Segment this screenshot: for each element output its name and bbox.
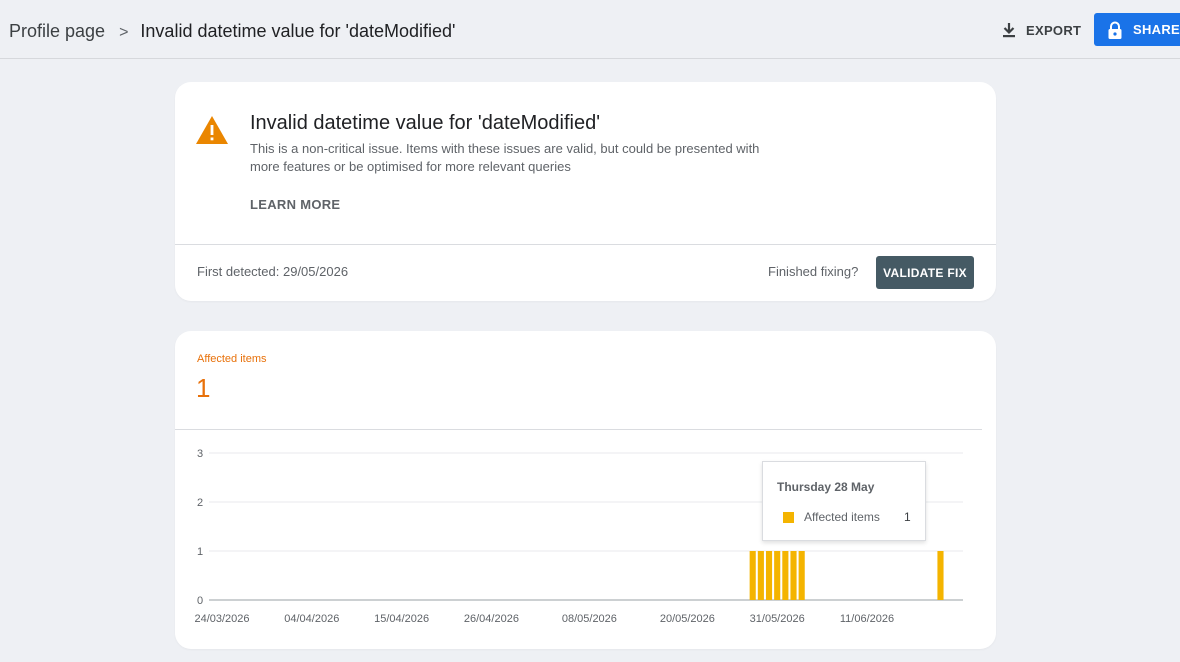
warning-icon bbox=[196, 116, 228, 144]
x-tick-label: 08/05/2026 bbox=[562, 613, 617, 625]
breadcrumb-separator: > bbox=[119, 24, 129, 41]
chart-tooltip: Thursday 28 May Affected items 1 bbox=[762, 461, 926, 541]
chart-bar[interactable] bbox=[757, 551, 764, 600]
x-tick-label: 15/04/2026 bbox=[374, 613, 429, 625]
affected-items-card: Affected items 1 0 1 2 3 24/03/2026 04/04/202… bbox=[175, 331, 996, 649]
y-tick-label: 0 bbox=[197, 595, 203, 607]
issue-title: Invalid datetime value for 'dateModified… bbox=[250, 112, 601, 134]
y-tick-label: 3 bbox=[197, 448, 203, 460]
export-label: EXPORT bbox=[1026, 22, 1082, 38]
x-tick-label: 20/05/2026 bbox=[660, 613, 715, 625]
chart-bar[interactable] bbox=[782, 551, 789, 600]
tooltip-date: Thursday 28 May bbox=[777, 480, 875, 494]
top-bar: Profile page > Invalid datetime value for … bbox=[0, 0, 1180, 59]
issue-description: This is a non-critical issue. Items with… bbox=[250, 141, 760, 174]
first-detected-date: First detected: 29/05/2026 bbox=[197, 264, 349, 279]
chart-bar[interactable] bbox=[790, 551, 797, 600]
breadcrumb: Profile page > Invalid datetime value for … bbox=[9, 19, 455, 45]
share-button[interactable]: SHARE bbox=[1094, 13, 1180, 46]
x-tick-label: 24/03/2026 bbox=[194, 613, 249, 625]
y-tick-label: 1 bbox=[197, 546, 203, 558]
share-label: SHARE bbox=[1132, 22, 1180, 37]
y-tick-label: 2 bbox=[197, 497, 203, 509]
x-tick-label: 31/05/2026 bbox=[750, 613, 805, 625]
finished-fixing-label: Finished fixing? bbox=[768, 264, 859, 279]
tooltip-value: 1 bbox=[904, 510, 911, 524]
chart-bar[interactable] bbox=[765, 551, 773, 600]
chart-bar[interactable] bbox=[798, 551, 805, 600]
x-tick-label: 11/06/2026 bbox=[840, 613, 894, 625]
chart-bar[interactable] bbox=[774, 551, 781, 600]
chart-bar[interactable] bbox=[937, 551, 944, 600]
page-title: Invalid datetime value for 'dateModified… bbox=[140, 21, 456, 41]
x-tick-label: 04/04/2026 bbox=[284, 613, 339, 625]
export-button[interactable]: EXPORT bbox=[1002, 18, 1081, 42]
learn-more-link[interactable]: LEARN MORE bbox=[250, 197, 340, 212]
divider bbox=[175, 244, 996, 245]
tooltip-legend-swatch bbox=[783, 512, 794, 523]
download-icon bbox=[1003, 23, 1015, 38]
tooltip-series-label: Affected items bbox=[804, 510, 880, 524]
issue-card: Invalid datetime value for 'dateModified… bbox=[175, 82, 996, 301]
chart-bar[interactable] bbox=[749, 551, 756, 600]
breadcrumb-root[interactable]: Profile page bbox=[9, 21, 105, 41]
lock-icon bbox=[1108, 21, 1122, 39]
validate-fix-button[interactable]: VALIDATE FIX bbox=[876, 256, 974, 289]
x-tick-label: 26/04/2026 bbox=[464, 613, 519, 625]
